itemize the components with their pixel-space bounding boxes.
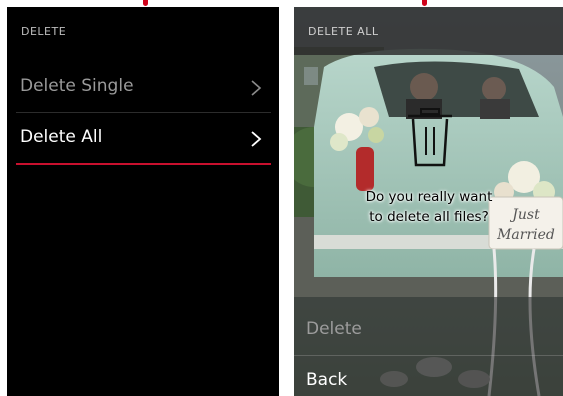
menu-item-label: Delete Single (20, 76, 134, 96)
camera-menu-illustration: DELETE Delete Single Delete All Just Mar… (0, 0, 563, 396)
menu-item-delete-all[interactable]: Delete All (16, 113, 271, 165)
pointer-arrow-left (143, 0, 148, 6)
menu-item-label: Delete All (20, 127, 103, 147)
delete-menu-screen: DELETE Delete Single Delete All (7, 7, 279, 396)
trash-icon (408, 108, 452, 167)
option-label: Delete (306, 319, 362, 339)
pointer-arrow-right (422, 0, 427, 6)
option-label: Back (306, 370, 348, 390)
menu-title: DELETE (21, 25, 67, 38)
delete-option[interactable]: Delete (294, 305, 563, 356)
back-option[interactable]: Back (294, 356, 563, 396)
chevron-right-icon (251, 80, 262, 96)
menu-item-delete-single[interactable]: Delete Single (16, 62, 271, 113)
screen-title: DELETE ALL (308, 25, 379, 38)
question-line-1: Do you really want (365, 189, 493, 205)
delete-all-confirm-screen: Just Married DELETE ALL Do you really wa… (294, 7, 563, 396)
confirm-question: Do you really want to delete all files? (344, 187, 514, 227)
chevron-right-icon (251, 131, 262, 147)
question-line-2: to delete all files? (369, 209, 489, 225)
header-bar: DELETE ALL (294, 7, 563, 55)
sign-text: Married (496, 227, 555, 243)
